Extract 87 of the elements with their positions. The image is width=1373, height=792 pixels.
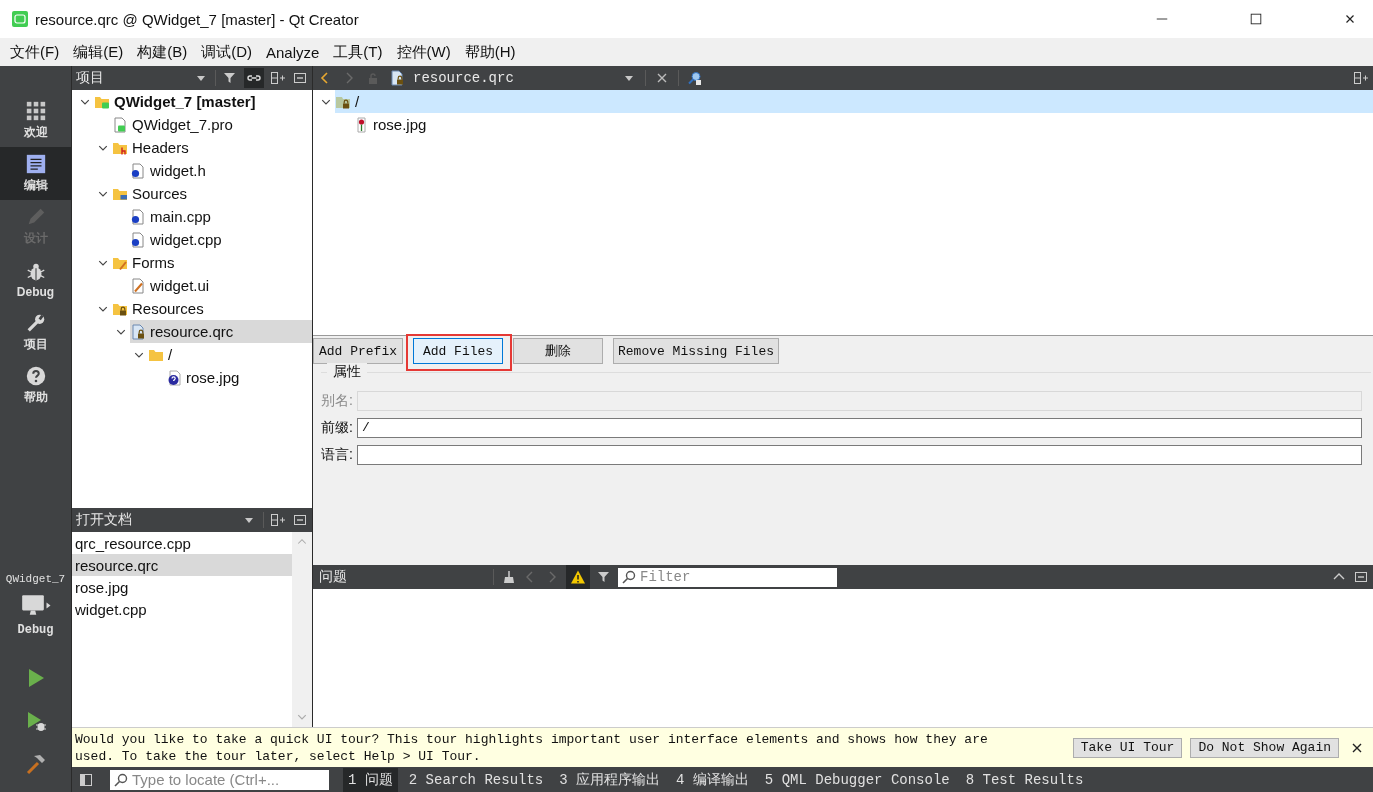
tree-item[interactable]: / (335, 90, 1373, 113)
document-item[interactable]: resource.qrc (72, 554, 292, 576)
menu-item[interactable]: Analyze (259, 40, 327, 64)
menu-item[interactable]: 调试(D) (194, 39, 259, 65)
app-icon (12, 11, 28, 27)
tree-item[interactable]: resource.qrc (130, 320, 312, 343)
split-icon[interactable] (270, 512, 286, 528)
menu-item[interactable]: 构建(B) (130, 39, 195, 65)
project-name: QWidget_7 (5, 573, 66, 585)
file-icon (130, 231, 146, 248)
field-label: 语言: (321, 445, 353, 464)
mode-button[interactable]: 欢迎 (0, 94, 71, 147)
menu-item[interactable]: 帮助(H) (457, 39, 523, 65)
menu-item[interactable]: 文件(F) (3, 39, 67, 65)
locate-field[interactable]: Type to locate (Ctrl+... (110, 769, 329, 790)
toolbar-button[interactable]: 删除 (513, 338, 603, 364)
tree-item[interactable]: Headers (112, 136, 312, 159)
search-icon (621, 569, 637, 585)
output-tab[interactable]: 8 Test Results (960, 768, 1089, 791)
mode-button[interactable]: 帮助 (0, 359, 71, 412)
file-icon (166, 369, 182, 386)
split-icon[interactable] (1353, 70, 1369, 86)
document-item[interactable]: widget.cpp (72, 598, 292, 620)
toolbar-button[interactable]: Add Prefix (313, 338, 403, 364)
panel-title: 项目 (76, 69, 104, 87)
tree-item[interactable]: rose.jpg (166, 366, 312, 389)
field-label: 前缀: (321, 418, 353, 437)
output-tab[interactable]: 2 Search Results (403, 768, 549, 791)
file-icon (130, 162, 146, 179)
edit-mode-icon (24, 153, 47, 175)
document-item[interactable]: qrc_resource.cpp (72, 532, 292, 554)
output-tab[interactable]: 1 问题 (343, 767, 398, 792)
close-panel-icon[interactable] (292, 70, 308, 86)
tree-item[interactable]: QWidget_7 [master] (94, 90, 312, 113)
tree-item[interactable]: Resources (112, 297, 312, 320)
output-tab[interactable]: 5 QML Debugger Console (759, 768, 955, 791)
welcome-mode-icon (24, 100, 47, 122)
warning-icon[interactable] (570, 569, 586, 585)
tour-message: Would you like to take a quick UI tour? This tour highlights important user interface elements and shows how they are used. To take the tour later, select Help > UI Tour. (75, 730, 989, 765)
tree-item[interactable]: main.cpp (130, 205, 312, 228)
filter-icon[interactable] (222, 70, 238, 86)
file-icon (389, 70, 405, 86)
build-config: Debug (17, 623, 54, 637)
toolbar-button[interactable]: Add Files (413, 338, 503, 364)
tour-button[interactable]: Do Not Show Again (1190, 737, 1339, 758)
split-icon[interactable] (270, 70, 286, 86)
document-item[interactable]: rose.jpg (72, 576, 292, 598)
mode-button[interactable]: 项目 (0, 306, 71, 359)
field-label: 别名: (321, 391, 353, 410)
tree-item[interactable]: QWidget_7.pro (112, 113, 312, 136)
window-title: resource.qrc @ QWidget_7 [master] - Qt Creator (35, 10, 359, 28)
expand-triangle-icon (46, 601, 51, 609)
tree-item[interactable]: rose.jpg (353, 113, 1373, 136)
file-icon (130, 208, 146, 225)
tree-item[interactable]: / (148, 343, 312, 366)
locator-icon[interactable] (687, 70, 703, 86)
file-icon (130, 277, 146, 294)
tree-item[interactable]: Sources (112, 182, 312, 205)
filter-field[interactable]: Filter (618, 567, 837, 587)
file-icon (112, 116, 128, 133)
output-tab[interactable]: 4 编译输出 (671, 767, 754, 792)
tree-item[interactable]: Forms (112, 251, 312, 274)
tree-item[interactable]: widget.h (130, 159, 312, 182)
current-file[interactable]: resource.qrc (413, 70, 613, 86)
output-tab[interactable]: 3 应用程序输出 (554, 767, 666, 792)
menu-item[interactable]: 工具(T) (326, 39, 390, 65)
input-field[interactable] (356, 444, 1362, 465)
file-icon (130, 323, 146, 340)
close-panel-icon[interactable] (292, 512, 308, 528)
monitor-icon[interactable] (20, 592, 46, 618)
search-icon (113, 771, 129, 788)
tree-item[interactable]: widget.cpp (130, 228, 312, 251)
mode-button[interactable]: Debug (0, 253, 71, 306)
panel-title: 打开文档 (76, 511, 132, 529)
menu-item[interactable]: 编辑(E) (66, 39, 131, 65)
close-panel-icon[interactable] (1353, 569, 1369, 585)
group-title: 属性 (327, 363, 367, 381)
mode-button[interactable]: 编辑 (0, 147, 71, 200)
filter-icon[interactable] (596, 569, 612, 585)
help-mode-icon (24, 365, 47, 387)
sidebar-toggle-icon[interactable] (78, 771, 94, 788)
toolbar-button[interactable]: Remove Missing Files (613, 338, 780, 364)
tree-item[interactable]: widget.ui (130, 274, 312, 297)
tour-button[interactable]: Take UI Tour (1072, 737, 1183, 758)
menu-item[interactable]: 控件(W) (389, 39, 458, 65)
input-field[interactable]: / (356, 417, 1362, 438)
panel-title: 问题 (318, 568, 348, 586)
